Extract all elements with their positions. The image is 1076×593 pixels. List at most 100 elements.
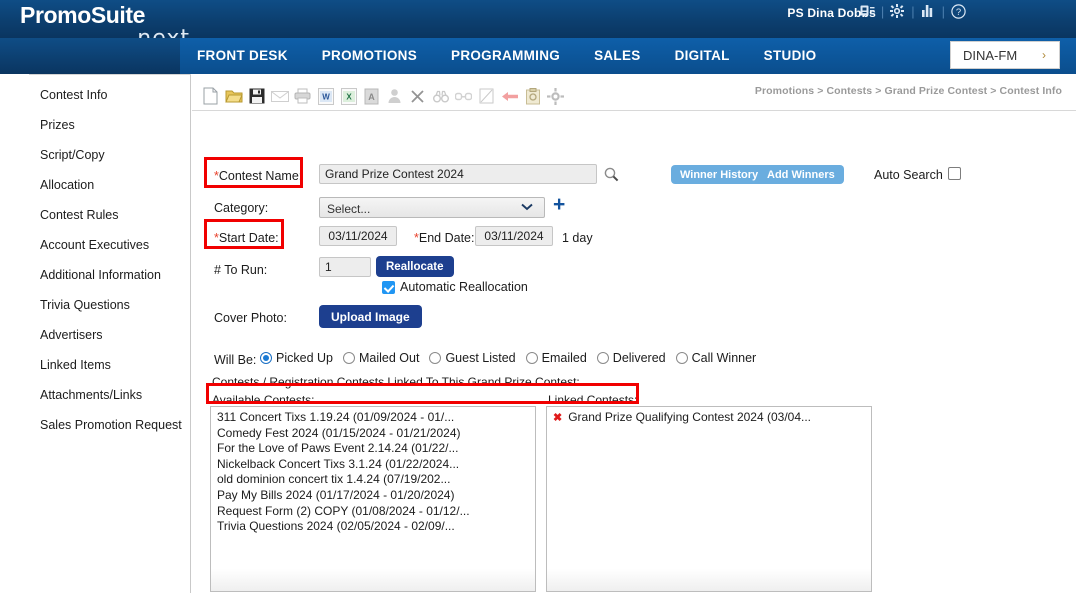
- email-icon[interactable]: [269, 85, 290, 107]
- list-item[interactable]: Nickelback Concert Tixs 3.1.24 (01/22/20…: [211, 457, 535, 473]
- nav-item-sales[interactable]: SALES: [577, 38, 658, 74]
- id-badge-icon[interactable]: [860, 4, 875, 19]
- sidebar-item-additional-information[interactable]: Additional Information: [40, 268, 161, 282]
- duration-label: 1 day: [562, 231, 593, 245]
- nav-item-front-desk[interactable]: FRONT DESK: [180, 38, 305, 74]
- sidebar-item-prizes[interactable]: Prizes: [40, 118, 75, 132]
- will-be-option-mailed-out[interactable]: Mailed Out: [342, 351, 420, 365]
- content-area: W X A Promotions > Contests > Grand Priz…: [192, 74, 1076, 593]
- available-contests-listbox[interactable]: 311 Concert Tixs 1.19.24 (01/09/2024 - 0…: [210, 406, 536, 592]
- category-select[interactable]: Select...: [319, 197, 545, 218]
- print-icon[interactable]: [292, 85, 313, 107]
- nav-item-programming[interactable]: PROGRAMMING: [434, 38, 577, 74]
- gear-icon[interactable]: [890, 4, 905, 19]
- upload-image-button[interactable]: Upload Image: [319, 305, 422, 328]
- contest-name-label-text: Contest Name:: [218, 169, 303, 183]
- sidebar-item-allocation[interactable]: Allocation: [40, 178, 94, 192]
- automatic-reallocation-checkbox[interactable]: [382, 281, 395, 294]
- will-be-option-call-winner[interactable]: Call Winner: [675, 351, 756, 365]
- binoculars-icon[interactable]: [430, 85, 451, 107]
- linked-contests-list: ✖ Grand Prize Qualifying Contest 2024 (03…: [547, 407, 871, 427]
- delete-icon[interactable]: [407, 85, 428, 107]
- export-word-icon[interactable]: W: [315, 85, 336, 107]
- end-date-label-text: End Date:: [418, 231, 475, 245]
- linked-section-title: Contests / Registration Contests Linked …: [212, 375, 580, 389]
- list-item[interactable]: For the Love of Paws Event 2.14.24 (01/2…: [211, 441, 535, 457]
- automatic-reallocation-label: Automatic Reallocation: [400, 280, 528, 294]
- logo-line-1: PromoSuite: [20, 2, 146, 28]
- notepad-icon[interactable]: [476, 85, 497, 107]
- list-item[interactable]: Pay My Bills 2024 (01/17/2024 - 01/20/20…: [211, 488, 535, 504]
- list-item[interactable]: ✖ Grand Prize Qualifying Contest 2024 (03…: [547, 410, 871, 427]
- search-icon[interactable]: [604, 167, 619, 187]
- list-item[interactable]: 311 Concert Tixs 1.19.24 (01/09/2024 - 0…: [211, 410, 535, 426]
- reallocate-button[interactable]: Reallocate: [376, 256, 454, 277]
- station-selector[interactable]: DINA-FM ›: [950, 41, 1060, 69]
- open-folder-icon[interactable]: [223, 85, 244, 107]
- end-date-input[interactable]: [475, 226, 553, 246]
- auto-search-label: Auto Search: [874, 168, 943, 182]
- nav-item-digital[interactable]: DIGITAL: [658, 38, 747, 74]
- person-icon[interactable]: [384, 85, 405, 107]
- radio-guest-listed-label: Guest Listed: [445, 351, 516, 365]
- chevron-right-icon: ›: [1042, 48, 1046, 62]
- sidebar-item-trivia-questions[interactable]: Trivia Questions: [40, 298, 130, 312]
- add-category-icon[interactable]: +: [553, 194, 565, 215]
- will-be-radio-group: Picked Up Mailed Out Guest Listed Emaile…: [260, 351, 766, 365]
- radio-mailed-out-label: Mailed Out: [358, 351, 420, 365]
- clipboard-icon[interactable]: [522, 85, 543, 107]
- add-winners-button[interactable]: Add Winners: [758, 165, 844, 184]
- winner-history-button[interactable]: Winner History: [671, 165, 768, 184]
- list-item[interactable]: Trivia Questions 2024 (02/05/2024 - 02/0…: [211, 519, 535, 535]
- new-document-icon[interactable]: [200, 85, 221, 107]
- linked-contests-listbox[interactable]: ✖ Grand Prize Qualifying Contest 2024 (03…: [546, 406, 872, 592]
- radio-mailed-out-icon[interactable]: [342, 352, 355, 364]
- sidebar-item-attachments-links[interactable]: Attachments/Links: [40, 388, 142, 402]
- radio-delivered-icon[interactable]: [596, 352, 609, 364]
- sidebar-item-advertisers[interactable]: Advertisers: [40, 328, 103, 342]
- radio-call-winner-icon[interactable]: [675, 352, 688, 364]
- listbox-bottom-fade: [211, 569, 535, 591]
- nav-item-studio[interactable]: STUDIO: [747, 38, 834, 74]
- list-item[interactable]: Comedy Fest 2024 (01/15/2024 - 01/21/202…: [211, 426, 535, 442]
- num-to-run-input[interactable]: [319, 257, 371, 277]
- sidebar-item-script-copy[interactable]: Script/Copy: [40, 148, 105, 162]
- list-item[interactable]: old dominion concert tix 1.4.24 (07/19/2…: [211, 472, 535, 488]
- back-arrow-icon[interactable]: [499, 85, 520, 107]
- radio-guest-listed-icon[interactable]: [429, 352, 442, 364]
- will-be-label: Will Be:: [214, 353, 257, 367]
- top-icon-group: | | | ?: [860, 4, 966, 19]
- sidebar-item-contest-rules[interactable]: Contest Rules: [40, 208, 119, 222]
- will-be-option-emailed[interactable]: Emailed: [525, 351, 587, 365]
- remove-linked-contest-icon[interactable]: ✖: [553, 412, 562, 424]
- sidebar-item-linked-items[interactable]: Linked Items: [40, 358, 111, 372]
- link-icon[interactable]: [453, 85, 474, 107]
- end-date-label: *End Date:: [414, 231, 474, 245]
- auto-search-checkbox[interactable]: [948, 167, 961, 180]
- will-be-option-picked-up[interactable]: Picked Up: [260, 351, 333, 365]
- list-item[interactable]: Request Form (2) COPY (01/08/2024 - 01/1…: [211, 504, 535, 520]
- cover-photo-label: Cover Photo:: [214, 311, 287, 325]
- radio-picked-up-icon[interactable]: [260, 352, 272, 364]
- export-pdf-icon[interactable]: A: [361, 85, 382, 107]
- icon-divider-2: |: [911, 4, 915, 19]
- chart-icon[interactable]: [921, 4, 936, 19]
- nav-item-promotions[interactable]: PROMOTIONS: [305, 38, 434, 74]
- radio-delivered-label: Delivered: [612, 351, 666, 365]
- radio-emailed-icon[interactable]: [525, 352, 538, 364]
- save-icon[interactable]: [246, 85, 267, 107]
- start-date-input[interactable]: [319, 226, 397, 246]
- settings-gear-icon[interactable]: [545, 85, 566, 107]
- export-excel-icon[interactable]: X: [338, 85, 359, 107]
- will-be-option-guest-listed[interactable]: Guest Listed: [429, 351, 516, 365]
- top-header-bar: PromoSuite next PS Dina Dobbs | | | ?: [0, 0, 1076, 50]
- contest-name-input[interactable]: [319, 164, 597, 184]
- main-nav-items: FRONT DESK PROMOTIONS PROGRAMMING SALES …: [180, 38, 833, 74]
- radio-picked-up-label: Picked Up: [276, 351, 333, 365]
- help-icon[interactable]: ?: [951, 4, 966, 19]
- application-window: PromoSuite next PS Dina Dobbs | | | ? FR…: [0, 0, 1076, 593]
- sidebar-item-sales-promotion-request[interactable]: Sales Promotion Request: [40, 418, 182, 432]
- will-be-option-delivered[interactable]: Delivered: [596, 351, 666, 365]
- sidebar-item-account-executives[interactable]: Account Executives: [40, 238, 149, 252]
- sidebar-item-contest-info[interactable]: Contest Info: [40, 88, 107, 102]
